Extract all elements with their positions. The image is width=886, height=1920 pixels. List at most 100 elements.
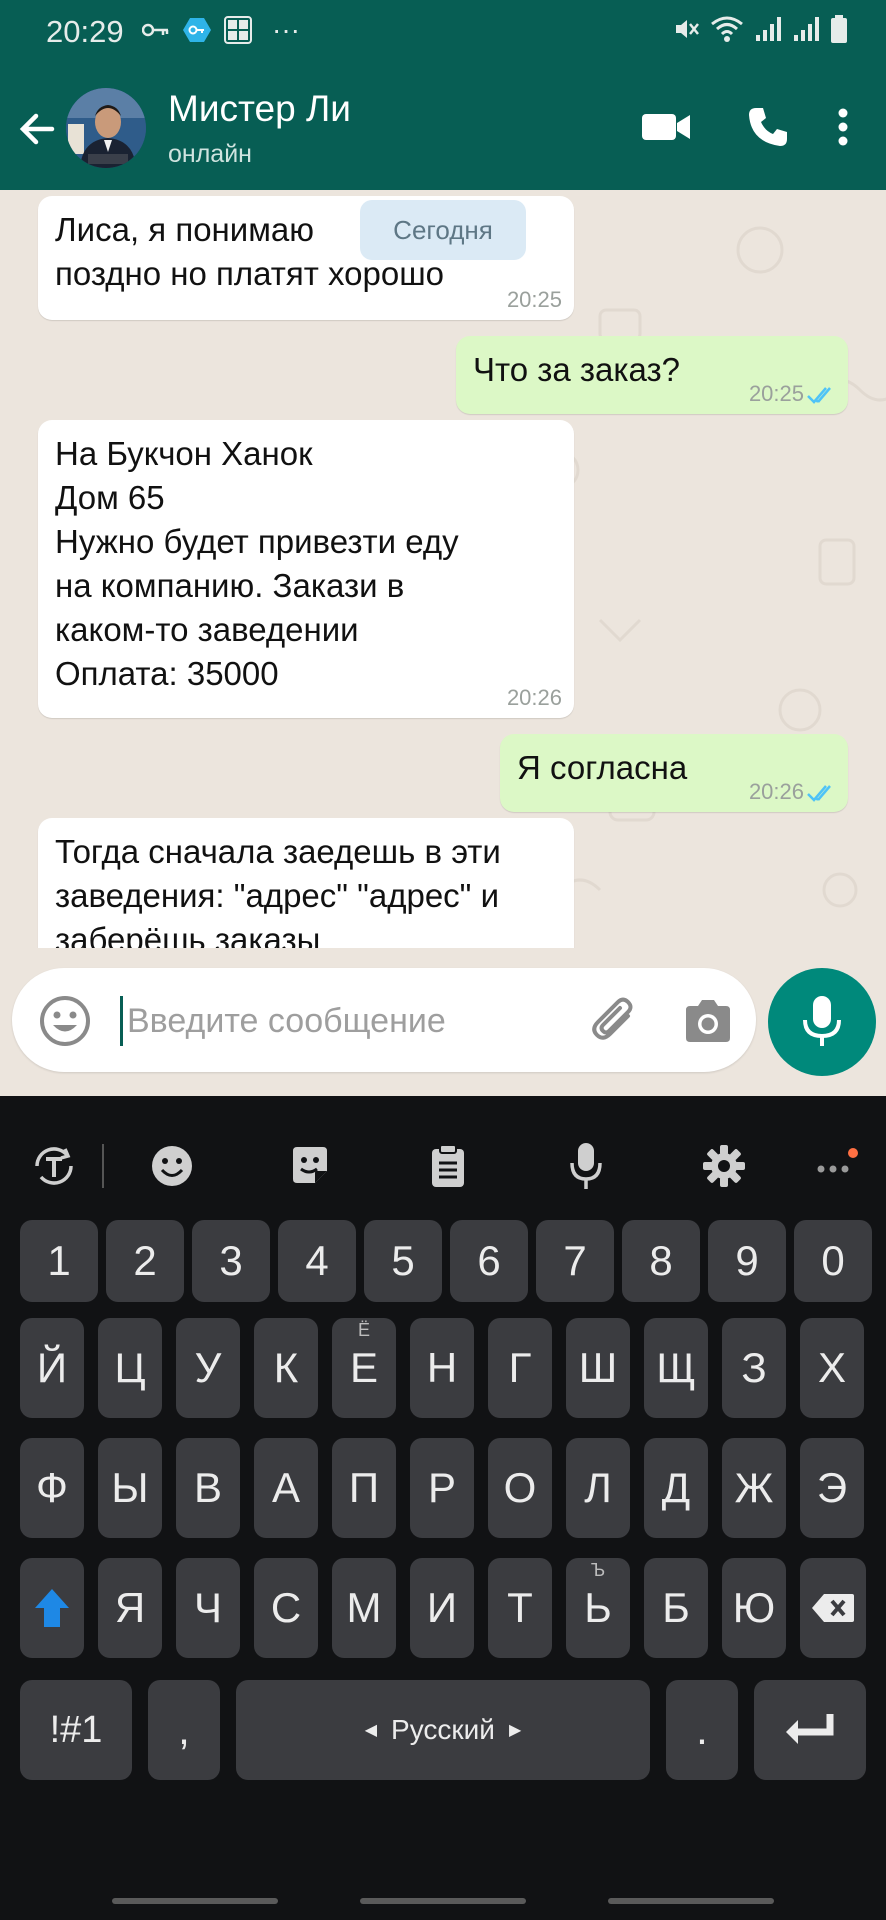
voice-call-button[interactable] (740, 96, 796, 158)
key-letter[interactable]: Ш (566, 1318, 630, 1418)
key-letter[interactable]: Ц (98, 1318, 162, 1418)
key-letter[interactable]: Й (20, 1318, 84, 1418)
key-6[interactable]: 6 (450, 1220, 528, 1302)
key-letter[interactable]: Г (488, 1318, 552, 1418)
comma-key[interactable]: , (148, 1680, 220, 1780)
more-tools-button[interactable] (808, 1138, 864, 1194)
message-bubble-incoming[interactable]: Тогда сначала заедешь в эти заведения: "… (38, 818, 574, 948)
signal-icon (754, 15, 782, 43)
key-letter[interactable]: У (176, 1318, 240, 1418)
contact-name[interactable]: Мистер Ли (168, 88, 351, 130)
key-4[interactable]: 4 (278, 1220, 356, 1302)
camera-icon (686, 1000, 730, 1042)
key-letter[interactable]: Л (566, 1438, 630, 1538)
key-label: 0 (821, 1237, 845, 1284)
key-letter[interactable]: П (332, 1438, 396, 1538)
key-2[interactable]: 2 (106, 1220, 184, 1302)
keyboard-settings-button[interactable] (696, 1138, 752, 1194)
key-label: Ю (732, 1584, 776, 1631)
message-text-line: Нужно будет привезти еду (55, 523, 459, 560)
key-label: М (346, 1584, 382, 1631)
key-letter[interactable]: И (410, 1558, 474, 1658)
key-label: А (271, 1464, 300, 1511)
clipboard-button[interactable] (420, 1138, 476, 1194)
message-text-line: Что за заказ? (473, 351, 681, 388)
key-letter[interactable]: К (254, 1318, 318, 1418)
key-9[interactable]: 9 (708, 1220, 786, 1302)
key-label: Э (816, 1464, 848, 1511)
message-text-line: Я согласна (517, 749, 688, 786)
key-letter[interactable]: Ф (20, 1438, 84, 1538)
key-letter[interactable]: С (254, 1558, 318, 1658)
key-letter[interactable]: Э (800, 1438, 864, 1538)
key-label: . (696, 1706, 708, 1753)
key-8[interactable]: 8 (622, 1220, 700, 1302)
chat-messages[interactable]: Лиса, я понимаю поздно но платят хорошо … (0, 190, 886, 948)
symbols-key[interactable]: !#1 (20, 1680, 132, 1780)
key-letter[interactable]: А (254, 1438, 318, 1538)
key-letter[interactable]: Т (488, 1558, 552, 1658)
key-letter[interactable]: Б (644, 1558, 708, 1658)
message-bubble-incoming[interactable]: На Букчон Ханок Дом 65 Нужно будет приве… (38, 420, 574, 718)
key-letter[interactable]: Ж (722, 1438, 786, 1538)
key-letter[interactable]: Д (644, 1438, 708, 1538)
key-7[interactable]: 7 (536, 1220, 614, 1302)
microphone-icon (570, 1143, 602, 1189)
sticker-button[interactable] (282, 1138, 338, 1194)
key-5[interactable]: 5 (364, 1220, 442, 1302)
key-label: 1 (47, 1237, 71, 1284)
attach-button[interactable] (588, 994, 644, 1050)
key-letter[interactable]: Х (800, 1318, 864, 1418)
video-call-button[interactable] (636, 96, 696, 158)
key-1[interactable]: 1 (20, 1220, 98, 1302)
message-input[interactable]: Введите сообщение (120, 996, 470, 1046)
key-letter[interactable]: Н (410, 1318, 474, 1418)
message-bubble-outgoing[interactable]: Я согласна 20:26 (500, 734, 848, 812)
nav-recent-apps-handle[interactable] (112, 1898, 278, 1904)
back-button[interactable] (12, 104, 62, 154)
key-letter[interactable]: М (332, 1558, 396, 1658)
message-composer[interactable]: Введите сообщение (12, 968, 756, 1072)
key-label: 3 (219, 1237, 243, 1284)
key-label: Д (661, 1464, 691, 1511)
period-key[interactable]: . (666, 1680, 738, 1780)
nav-back-handle[interactable] (608, 1898, 774, 1904)
voice-message-button[interactable] (768, 968, 876, 1076)
shift-key[interactable] (20, 1558, 84, 1658)
message-time: 20:25 (506, 287, 562, 312)
enter-key[interactable] (754, 1680, 866, 1780)
sticker-icon (293, 1147, 327, 1183)
gear-icon (703, 1145, 745, 1187)
nav-home-handle[interactable] (360, 1898, 526, 1904)
backspace-key[interactable] (800, 1558, 866, 1658)
key-letter[interactable]: О (488, 1438, 552, 1538)
emoji-button[interactable] (38, 994, 92, 1048)
overflow-menu-button[interactable] (826, 96, 860, 158)
key-letter[interactable]: Р (410, 1438, 474, 1538)
emoji-panel-button[interactable] (144, 1138, 200, 1194)
key-letter[interactable]: ЬЪ (566, 1558, 630, 1658)
smiley-icon (152, 1146, 192, 1186)
voice-input-button[interactable] (558, 1138, 614, 1194)
key-3[interactable]: 3 (192, 1220, 270, 1302)
message-text-line: Тогда сначала заедешь в эти (55, 833, 501, 870)
message-bubble-outgoing[interactable]: Что за заказ? 20:25 (456, 336, 848, 414)
key-label: К (273, 1344, 299, 1391)
translate-toggle-button[interactable] (26, 1138, 82, 1194)
key-letter[interactable]: Щ (644, 1318, 708, 1418)
key-letter[interactable]: Ы (98, 1438, 162, 1538)
space-key[interactable]: ◀ Русский ▶ (236, 1680, 650, 1780)
message-time: 20:26 (748, 779, 804, 804)
key-label: Е (349, 1344, 378, 1391)
keyboard-toolbar (0, 1116, 886, 1212)
key-0[interactable]: 0 (794, 1220, 872, 1302)
camera-button[interactable] (680, 994, 736, 1050)
key-letter[interactable]: Ю (722, 1558, 786, 1658)
key-letter[interactable]: Ч (176, 1558, 240, 1658)
avatar[interactable] (66, 88, 146, 168)
key-letter[interactable]: Я (98, 1558, 162, 1658)
key-letter[interactable]: В (176, 1438, 240, 1538)
key-letter[interactable]: З (722, 1318, 786, 1418)
key-letter[interactable]: ЕЁ (332, 1318, 396, 1418)
key-label: Ж (734, 1464, 774, 1511)
